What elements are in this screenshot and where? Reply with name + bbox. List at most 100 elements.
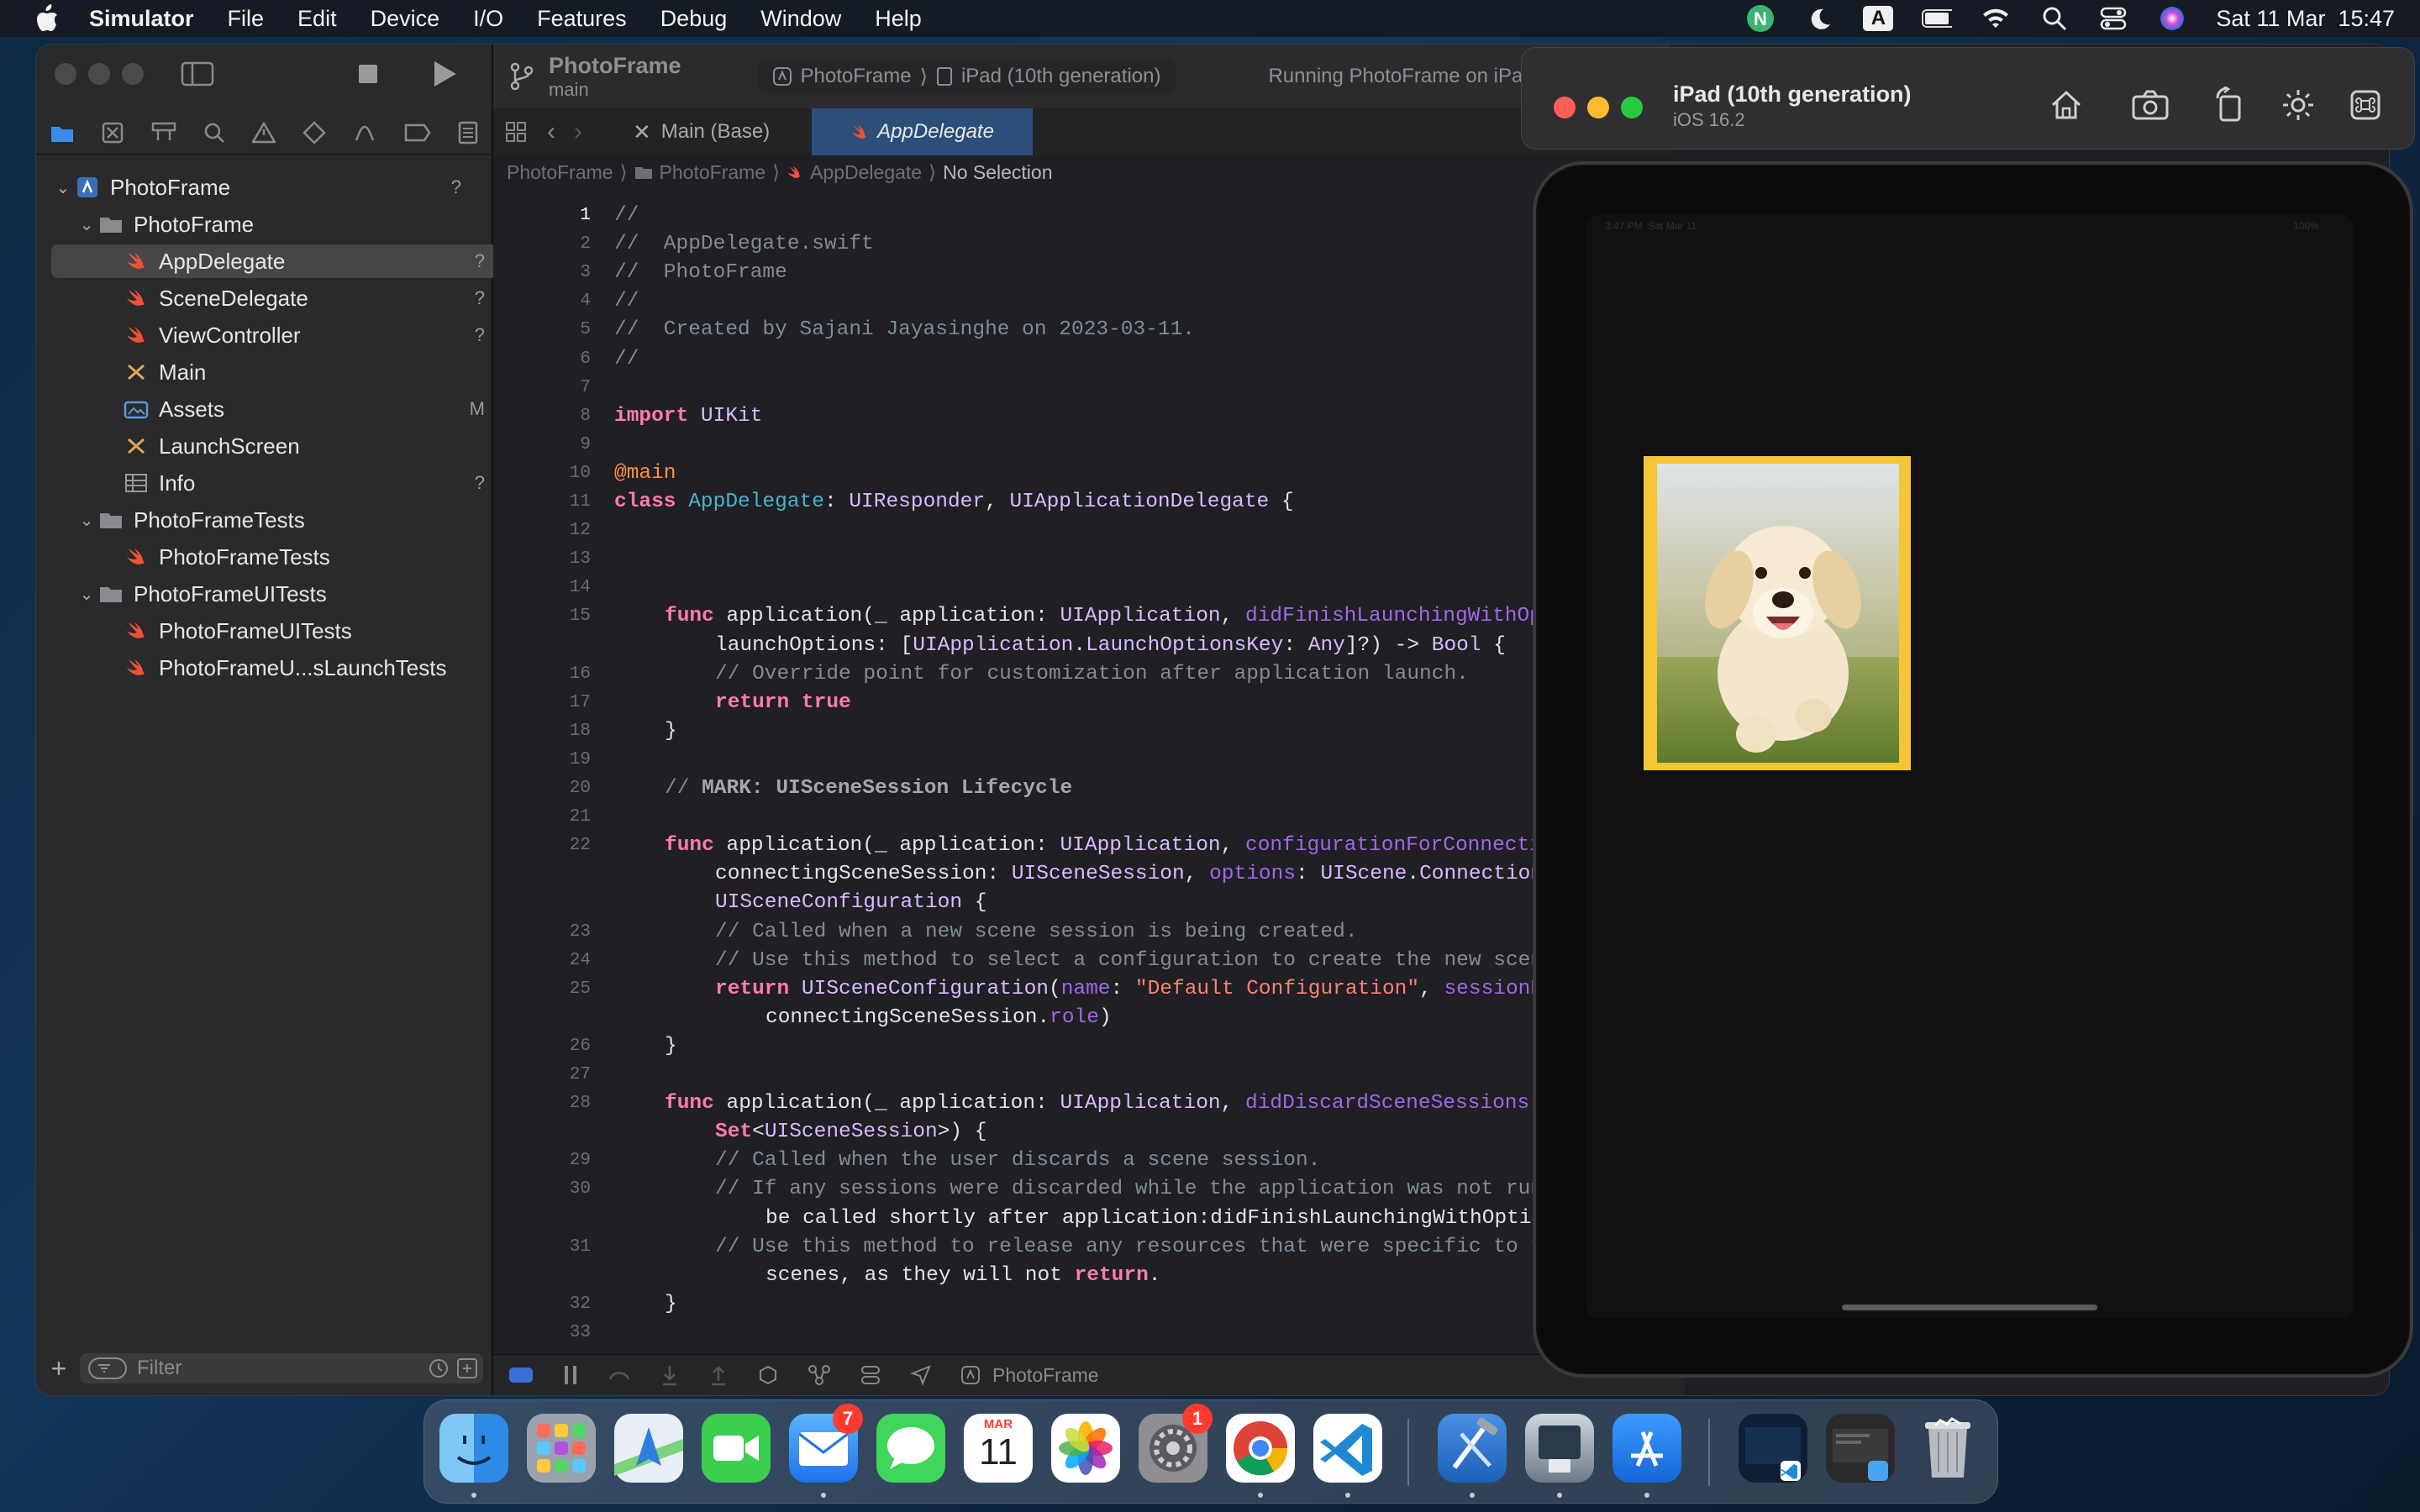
nordvpn-icon[interactable]: N [1745, 3, 1776, 34]
appearance-sun-icon[interactable] [2281, 88, 2315, 122]
photos-icon[interactable] [1051, 1414, 1120, 1483]
window-close-button[interactable] [55, 63, 76, 85]
tree-file-viewcontroller[interactable]: ViewController ? [51, 318, 503, 352]
pause-icon[interactable] [562, 1364, 579, 1386]
chevron-down-icon[interactable]: ⌄ [75, 584, 98, 605]
source-control-icon[interactable] [102, 122, 124, 144]
home-indicator[interactable] [1842, 1305, 2097, 1310]
vscode-icon[interactable] [1313, 1414, 1382, 1483]
issue-navigator-icon[interactable] [251, 122, 276, 144]
tree-file-scenedelegate[interactable]: SceneDelegate ? [51, 281, 503, 315]
tree-group-photoframetests[interactable]: ⌄ PhotoFrameTests [51, 503, 503, 537]
chevron-down-icon[interactable]: ⌄ [75, 214, 98, 235]
rotate-icon[interactable] [2214, 87, 2244, 122]
screenshot-camera-icon[interactable] [2132, 90, 2169, 120]
chrome-icon[interactable] [1226, 1414, 1295, 1483]
menu-file[interactable]: File [228, 6, 265, 32]
memory-graph-icon[interactable] [808, 1364, 831, 1386]
step-out-icon[interactable] [708, 1364, 729, 1386]
filter-input[interactable]: Filter [80, 1353, 483, 1383]
breadcrumb-group[interactable]: PhotoFrame [660, 161, 766, 184]
find-navigator-icon[interactable] [203, 122, 225, 144]
launchpad-icon[interactable] [527, 1414, 596, 1483]
finder-icon[interactable] [439, 1414, 508, 1483]
control-center-icon[interactable] [2098, 3, 2128, 34]
battery-icon[interactable] [1922, 3, 1953, 34]
debug-process-name[interactable]: PhotoFrame [992, 1364, 1099, 1387]
home-icon[interactable] [2049, 88, 2083, 122]
menu-debug[interactable]: Debug [660, 6, 728, 32]
branch-icon[interactable] [508, 62, 534, 91]
facetime-icon[interactable] [702, 1414, 771, 1483]
tab-appdelegate[interactable]: AppDelegate [812, 108, 1033, 155]
step-into-icon[interactable] [660, 1364, 680, 1386]
tree-file-photoframeuitests[interactable]: PhotoFrameUITests [51, 614, 503, 648]
run-icon[interactable] [431, 60, 458, 88]
location-icon[interactable] [910, 1364, 932, 1386]
recent-window-finder-thumbnail[interactable] [1826, 1414, 1895, 1483]
stop-icon[interactable] [357, 63, 379, 85]
add-icon[interactable]: + [48, 1353, 70, 1384]
siri-icon[interactable] [2157, 3, 2187, 34]
breadcrumb-file[interactable]: AppDelegate [810, 161, 922, 184]
environment-overrides-icon[interactable] [860, 1364, 881, 1386]
app-store-icon[interactable] [1612, 1414, 1681, 1483]
tree-file-appdelegate[interactable]: AppDelegate ? [51, 244, 503, 278]
focus-moon-icon[interactable] [1804, 3, 1834, 34]
symbol-navigator-icon[interactable] [151, 122, 176, 144]
tree-file-main[interactable]: Main [51, 355, 503, 389]
messages-icon[interactable] [876, 1414, 945, 1483]
sidebar-toggle-icon[interactable] [181, 61, 214, 87]
report-navigator-icon[interactable] [458, 121, 478, 144]
step-over-icon[interactable] [608, 1364, 631, 1386]
breadcrumb-symbol[interactable]: No Selection [943, 161, 1052, 184]
scm-filter-icon[interactable] [456, 1357, 478, 1379]
window-minimize-button[interactable] [88, 63, 110, 85]
breakpoint-navigator-icon[interactable] [404, 123, 431, 142]
tab-main-base[interactable]: ✕ Main (Base) [608, 108, 795, 155]
trash-icon[interactable] [1913, 1414, 1982, 1483]
tree-group-photoframe[interactable]: ⌄ PhotoFrame [51, 207, 503, 241]
tree-file-info[interactable]: Info ? [51, 466, 503, 500]
spotlight-search-icon[interactable] [2039, 3, 2070, 34]
menu-io[interactable]: I/O [473, 6, 503, 32]
folder-navigator-icon[interactable] [50, 122, 75, 144]
apple-menu-icon[interactable] [30, 0, 64, 37]
project-title[interactable]: PhotoFrame main [549, 53, 681, 101]
source-editor[interactable]: 1 // 2 // AppDelegate.swift 3 // PhotoFrame 4 /… [493, 201, 1670, 1394]
grid-icon[interactable] [505, 121, 527, 143]
tree-file-photoframetests[interactable]: PhotoFrameTests [51, 540, 503, 574]
recent-files-icon[interactable] [428, 1357, 450, 1379]
maps-icon[interactable] [614, 1414, 683, 1483]
forward-arrow-icon[interactable]: › [574, 118, 582, 146]
simulator-icon[interactable] [1525, 1414, 1594, 1483]
tree-file-assets[interactable]: Assets M [51, 392, 503, 426]
tree-group-photoframeuitests[interactable]: ⌄ PhotoFrameUITests [51, 577, 503, 611]
menu-device[interactable]: Device [371, 6, 440, 32]
menu-window[interactable]: Window [760, 6, 841, 32]
filter-options-icon[interactable] [88, 1357, 127, 1379]
breadcrumb-project[interactable]: PhotoFrame [507, 161, 613, 184]
debug-area-toggle-icon[interactable] [508, 1367, 534, 1383]
chevron-down-icon[interactable]: ⌄ [75, 510, 98, 531]
menubar-clock[interactable]: Sat 11 Mar 15:47 [2216, 6, 2395, 32]
simulator-zoom-button[interactable] [1621, 97, 1643, 118]
tree-file-launchscreen[interactable]: LaunchScreen [51, 429, 503, 463]
keyboard-command-icon[interactable] [2350, 90, 2381, 120]
window-zoom-button[interactable] [122, 63, 144, 85]
tree-project-photoframe[interactable]: ⌄ PhotoFrame ? [51, 171, 480, 204]
chevron-down-icon[interactable]: ⌄ [51, 177, 75, 198]
scheme-selector[interactable]: PhotoFrame ⟩ iPad (10th generation) [756, 60, 1176, 93]
recent-window-vscode-thumbnail[interactable] [1739, 1414, 1807, 1483]
view-hierarchy-icon[interactable] [757, 1364, 779, 1386]
menu-app-name[interactable]: Simulator [89, 6, 194, 32]
simulator-minimize-button[interactable] [1587, 97, 1609, 118]
xcode-icon[interactable] [1438, 1414, 1507, 1483]
test-navigator-icon[interactable] [302, 121, 326, 144]
calendar-icon[interactable]: MAR 11 [964, 1414, 1033, 1483]
menu-edit[interactable]: Edit [297, 6, 337, 32]
back-arrow-icon[interactable]: ‹ [547, 118, 555, 146]
menu-help[interactable]: Help [875, 6, 922, 32]
tree-file-launchtests[interactable]: PhotoFrameU...sLaunchTests [51, 651, 503, 685]
menu-features[interactable]: Features [537, 6, 627, 32]
